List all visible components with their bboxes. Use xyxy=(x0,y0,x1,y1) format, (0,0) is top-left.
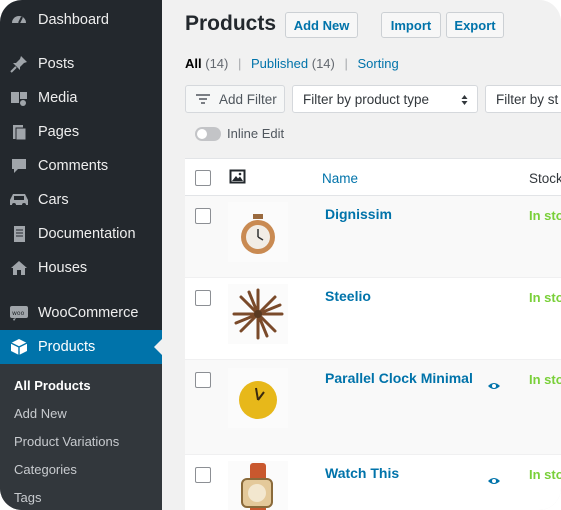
admin-sidebar: Dashboard Posts Media Pages Comments Car… xyxy=(0,0,162,510)
product-name-link[interactable]: Steelio xyxy=(325,288,371,304)
eye-icon[interactable] xyxy=(487,378,501,396)
app-window: Dashboard Posts Media Pages Comments Car… xyxy=(0,0,561,510)
submenu-product-variations[interactable]: Product Variations xyxy=(14,434,119,449)
table-row: Steelio In sto xyxy=(185,278,561,360)
woocommerce-icon: woo xyxy=(0,305,38,321)
image-column-icon xyxy=(229,169,246,184)
product-name-link[interactable]: Dignissim xyxy=(325,206,392,222)
sidebar-item-documentation[interactable]: Documentation xyxy=(0,217,162,251)
document-icon xyxy=(0,225,38,243)
pages-icon xyxy=(0,123,38,141)
status-filter-links: All (14) | Published (14) | Sorting xyxy=(185,56,399,71)
product-name-link[interactable]: Parallel Clock Minimal xyxy=(325,370,473,386)
filter-published-count: (14) xyxy=(311,56,335,71)
submenu-categories[interactable]: Categories xyxy=(14,462,77,477)
filter-published-link[interactable]: Published xyxy=(251,56,308,71)
sidebar-item-dashboard[interactable]: Dashboard xyxy=(0,3,162,37)
media-icon xyxy=(0,89,38,107)
select-all-checkbox[interactable] xyxy=(195,170,211,186)
pin-icon xyxy=(0,55,38,73)
table-header: Name Stock xyxy=(185,159,561,196)
sidebar-item-label: Posts xyxy=(38,56,75,72)
export-button[interactable]: Export xyxy=(446,12,504,38)
table-row: Watch This In sto xyxy=(185,455,561,510)
sidebar-item-posts[interactable]: Posts xyxy=(0,47,162,81)
sunburst-clock-image xyxy=(232,288,284,340)
sidebar-item-houses[interactable]: Houses xyxy=(0,251,162,285)
filter-lines-icon xyxy=(196,94,210,104)
sorting-link[interactable]: Sorting xyxy=(358,56,399,71)
product-name-link[interactable]: Watch This xyxy=(325,465,399,481)
products-submenu: All Products Add New Product Variations … xyxy=(0,364,162,510)
sidebar-item-label: Houses xyxy=(38,260,88,276)
sidebar-item-label: Dashboard xyxy=(38,12,109,28)
box-icon xyxy=(0,338,38,356)
submenu-tags[interactable]: Tags xyxy=(14,490,41,505)
table-row: Parallel Clock Minimal In sto xyxy=(185,360,561,455)
submenu-all-products[interactable]: All Products xyxy=(14,378,91,393)
sidebar-item-media[interactable]: Media xyxy=(0,81,162,115)
toggle-switch[interactable] xyxy=(195,126,221,141)
add-new-button[interactable]: Add New xyxy=(285,12,358,38)
add-filter-label: Add Filter xyxy=(219,91,277,107)
product-thumbnail[interactable] xyxy=(228,202,288,262)
stock-status: In sto xyxy=(529,290,561,305)
column-stock-header: Stock xyxy=(529,171,561,186)
row-checkbox[interactable] xyxy=(195,208,211,224)
sidebar-item-label: Cars xyxy=(38,192,69,208)
add-filter-button[interactable]: Add Filter xyxy=(185,85,285,113)
sidebar-item-woocommerce[interactable]: woo WooCommerce xyxy=(0,296,162,330)
stock-status-value: Filter by st xyxy=(496,91,559,107)
house-icon xyxy=(0,259,38,277)
sidebar-item-label: Media xyxy=(38,90,78,106)
row-checkbox[interactable] xyxy=(195,467,211,483)
comment-icon xyxy=(0,157,38,175)
sidebar-item-label: Products xyxy=(38,339,96,355)
filter-all-link[interactable]: All xyxy=(185,56,202,71)
sidebar-item-products[interactable]: Products xyxy=(0,330,162,364)
stock-status: In sto xyxy=(529,467,561,482)
sidebar-item-pages[interactable]: Pages xyxy=(0,115,162,149)
page-title: Products xyxy=(185,12,277,35)
select-arrows-icon xyxy=(461,94,468,106)
watch-image xyxy=(241,463,273,510)
dashboard-icon xyxy=(0,11,38,29)
sidebar-item-label: WooCommerce xyxy=(38,305,139,321)
main-content: Products Add New Import Export All (14) … xyxy=(162,0,561,510)
filter-all-count: (14) xyxy=(205,56,229,71)
product-thumbnail[interactable] xyxy=(228,284,288,344)
yellow-clock-image xyxy=(239,381,277,419)
separator: | xyxy=(238,56,242,71)
svg-text:woo: woo xyxy=(12,310,25,317)
stock-status-select[interactable]: Filter by st xyxy=(485,85,561,113)
car-icon xyxy=(0,191,38,209)
row-checkbox[interactable] xyxy=(195,290,211,306)
product-type-select[interactable]: Filter by product type xyxy=(292,85,478,113)
stock-status: In sto xyxy=(529,208,561,223)
sidebar-item-label: Pages xyxy=(38,124,80,140)
sidebar-item-label: Documentation xyxy=(38,226,136,242)
submenu-add-new[interactable]: Add New xyxy=(14,406,67,421)
product-type-value: Filter by product type xyxy=(303,91,430,107)
separator: | xyxy=(344,56,348,71)
column-name-header[interactable]: Name xyxy=(322,171,358,186)
sidebar-item-cars[interactable]: Cars xyxy=(0,183,162,217)
product-thumbnail[interactable] xyxy=(228,368,288,428)
products-table: Name Stock Dignissim In sto Steelio In s… xyxy=(185,158,561,510)
sidebar-item-comments[interactable]: Comments xyxy=(0,149,162,183)
table-row: Dignissim In sto xyxy=(185,196,561,278)
eye-icon[interactable] xyxy=(487,473,501,491)
product-thumbnail[interactable] xyxy=(228,461,288,510)
row-checkbox[interactable] xyxy=(195,372,211,388)
sidebar-item-label: Comments xyxy=(38,158,109,174)
inline-edit-label: Inline Edit xyxy=(227,126,285,141)
import-button[interactable]: Import xyxy=(381,12,441,38)
clock-image xyxy=(241,214,275,254)
inline-edit-toggle[interactable]: Inline Edit xyxy=(195,126,284,141)
stock-status: In sto xyxy=(529,372,561,387)
